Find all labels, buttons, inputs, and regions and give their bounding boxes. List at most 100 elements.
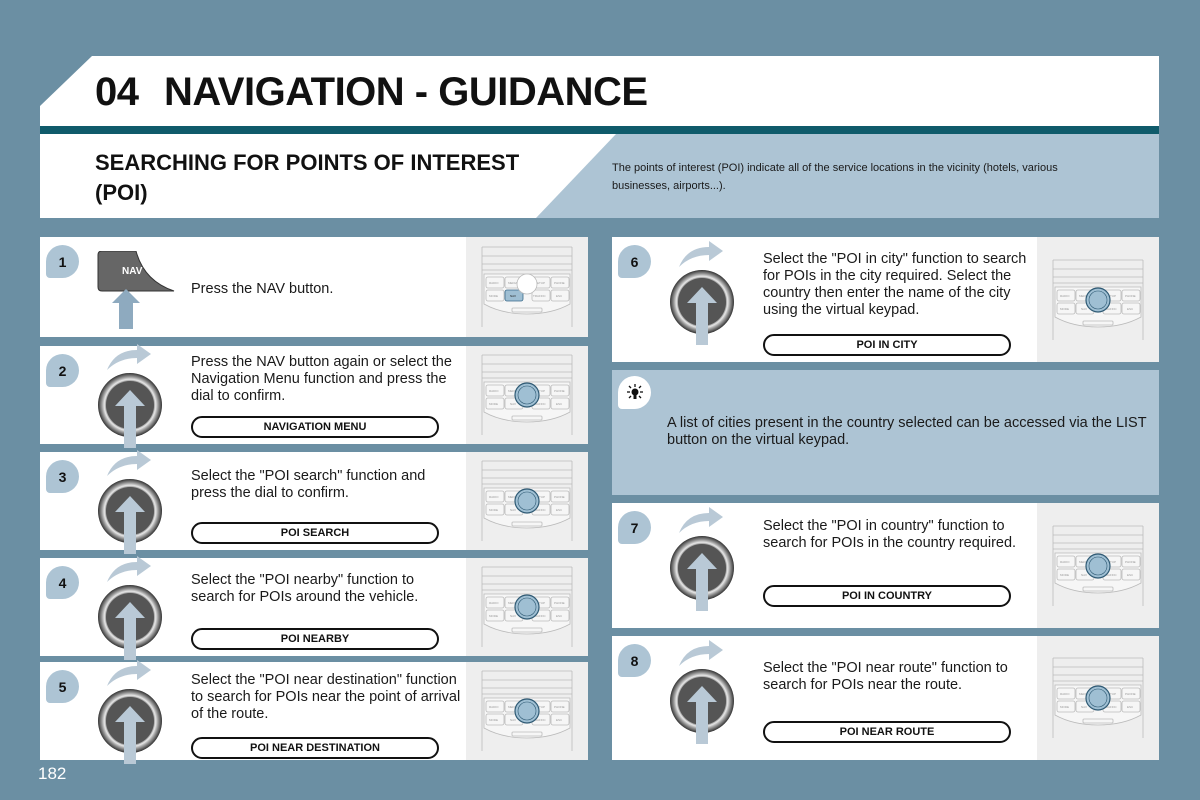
svg-text:NAV: NAV (510, 718, 516, 722)
page-number: 182 (38, 764, 67, 783)
nav-button-press-icon: NAV (96, 250, 176, 336)
svg-text:PHONE: PHONE (1125, 294, 1136, 298)
svg-text:NAV: NAV (1081, 307, 1087, 311)
step-card: 7 Select the "POI in country" function t… (612, 503, 1159, 628)
control-panel-illustration: RADIO MEDIA SETUP PHONE MODE NAV TRAFFIC ESC (466, 452, 588, 550)
step-number-badge: 3 (46, 460, 79, 493)
control-panel-illustration: RADIO MEDIA SETUP PHONE MODE NAV TRAFFIC ESC (1037, 503, 1159, 628)
svg-text:MODE: MODE (489, 614, 498, 618)
svg-text:MODE: MODE (489, 402, 498, 406)
chapter-title: NAVIGATION - GUIDANCE (164, 70, 648, 114)
menu-function-label: POI IN CITY (763, 334, 1011, 356)
svg-text:NAV: NAV (122, 266, 143, 277)
svg-text:MODE: MODE (489, 294, 498, 298)
svg-text:MEDIA: MEDIA (508, 281, 518, 285)
svg-text:RADIO: RADIO (489, 601, 499, 605)
control-panel-illustration: RADIO MEDIA SETUP PHONE MODE NAV TRAFFIC ESC (466, 346, 588, 444)
svg-text:ESC: ESC (1127, 307, 1134, 311)
rotary-dial-icon (95, 446, 165, 561)
intro-text: The points of interest (POI) indicate al… (612, 162, 1058, 192)
step-number-badge: 6 (618, 245, 651, 278)
rotary-dial-icon (667, 636, 737, 751)
svg-text:NAV: NAV (1081, 705, 1087, 709)
chapter-header: 04 NAVIGATION - GUIDANCE (40, 56, 1159, 126)
svg-text:RADIO: RADIO (489, 281, 499, 285)
menu-function-label: NAVIGATION MENU (191, 416, 439, 438)
step-number-badge: 1 (46, 245, 79, 278)
step-card: 8 Select the "POI near route" function t… (612, 636, 1159, 760)
step-description: Select the "POI near route" function to … (763, 660, 1008, 693)
svg-text:ESC: ESC (556, 508, 563, 512)
menu-function-label: POI IN COUNTRY (763, 585, 1011, 607)
svg-text:NAV: NAV (510, 508, 516, 512)
svg-text:ESC: ESC (556, 402, 563, 406)
control-panel-illustration: RADIO MEDIA SETUP PHONE MODE NAV TRAFFIC ESC (1037, 636, 1159, 760)
svg-text:NAV: NAV (510, 294, 516, 298)
svg-text:PHONE: PHONE (554, 389, 565, 393)
step-description: Select the "POI in city" function to sea… (763, 251, 1027, 318)
step-description: Press the NAV button again or select the… (191, 354, 452, 404)
step-card: 3 Select the "POI search" function and p… (40, 450, 588, 554)
svg-text:NAV: NAV (510, 614, 516, 618)
svg-text:ESC: ESC (556, 718, 563, 722)
rotary-dial-icon (667, 237, 737, 352)
step-card: 4 Select the "POI nearby" function to se… (40, 556, 588, 660)
svg-text:MODE: MODE (1060, 307, 1069, 311)
svg-text:MODE: MODE (1060, 705, 1069, 709)
step-number-badge: 5 (46, 670, 79, 703)
rotary-dial-icon (95, 340, 165, 455)
step-card: 1 NAV Press the NAV button. RADIO MEDIA (40, 237, 588, 337)
section-title: SEARCHING FOR POINTS OF INTEREST (POI) (95, 150, 520, 205)
svg-text:PHONE: PHONE (554, 495, 565, 499)
svg-text:ESC: ESC (1127, 705, 1134, 709)
menu-function-label: POI NEARBY (191, 628, 439, 650)
header-divider (40, 126, 1159, 134)
step-number-badge: 2 (46, 354, 79, 387)
step-card: 6 Select the "POI in city" function to s… (612, 237, 1159, 362)
svg-text:RADIO: RADIO (1060, 560, 1070, 564)
chapter-number: 04 (95, 70, 139, 114)
step-description: Press the NAV button. (191, 281, 334, 297)
svg-text:RADIO: RADIO (489, 705, 499, 709)
step-description: Select the "POI search" function and pre… (191, 468, 426, 501)
step-number-badge: 4 (46, 566, 79, 599)
rotary-dial-icon (95, 656, 165, 771)
step-card: 5 Select the "POI near destination" func… (40, 660, 588, 764)
menu-function-label: POI SEARCH (191, 522, 439, 544)
svg-text:ESC: ESC (556, 294, 563, 298)
svg-text:PHONE: PHONE (1125, 560, 1136, 564)
menu-function-label: POI NEAR ROUTE (763, 721, 1011, 743)
control-panel-illustration: RADIO MEDIA SETUP PHONE MODE NAV TRAFFIC ESC (466, 237, 588, 337)
step-card: 2 Press the NAV button again or select t… (40, 344, 588, 448)
tip-text: A list of cities present in the country … (667, 415, 1147, 448)
svg-text:NAV: NAV (1081, 573, 1087, 577)
svg-text:RADIO: RADIO (1060, 692, 1070, 696)
svg-text:ESC: ESC (1127, 573, 1134, 577)
step-number-badge: 7 (618, 511, 651, 544)
svg-text:MODE: MODE (1060, 573, 1069, 577)
control-panel-illustration: RADIO MEDIA SETUP PHONE MODE NAV TRAFFIC ESC (466, 662, 588, 760)
svg-text:TRAFFIC: TRAFFIC (533, 294, 546, 298)
svg-text:RADIO: RADIO (1060, 294, 1070, 298)
svg-text:MODE: MODE (489, 508, 498, 512)
step-number-badge: 8 (618, 644, 651, 677)
step-description: Select the "POI nearby" function to sear… (191, 572, 419, 605)
svg-text:PHONE: PHONE (554, 705, 565, 709)
svg-text:RADIO: RADIO (489, 495, 499, 499)
svg-text:MODE: MODE (489, 718, 498, 722)
tip-box: A list of cities present in the country … (612, 370, 1159, 495)
svg-text:ESC: ESC (556, 614, 563, 618)
svg-text:PHONE: PHONE (554, 281, 565, 285)
lightbulb-icon (618, 376, 651, 409)
svg-text:NAV: NAV (510, 402, 516, 406)
control-panel-illustration: RADIO MEDIA SETUP PHONE MODE NAV TRAFFIC ESC (466, 558, 588, 656)
rotary-dial-icon (667, 503, 737, 618)
svg-text:PHONE: PHONE (1125, 692, 1136, 696)
svg-text:PHONE: PHONE (554, 601, 565, 605)
step-description: Select the "POI near destination" functi… (191, 672, 461, 722)
svg-text:RADIO: RADIO (489, 389, 499, 393)
control-panel-illustration: RADIO MEDIA SETUP PHONE MODE NAV TRAFFIC ESC (1037, 237, 1159, 362)
rotary-dial-icon (95, 552, 165, 667)
menu-function-label: POI NEAR DESTINATION (191, 737, 439, 759)
section-header: SEARCHING FOR POINTS OF INTEREST (POI) T… (40, 134, 1159, 218)
